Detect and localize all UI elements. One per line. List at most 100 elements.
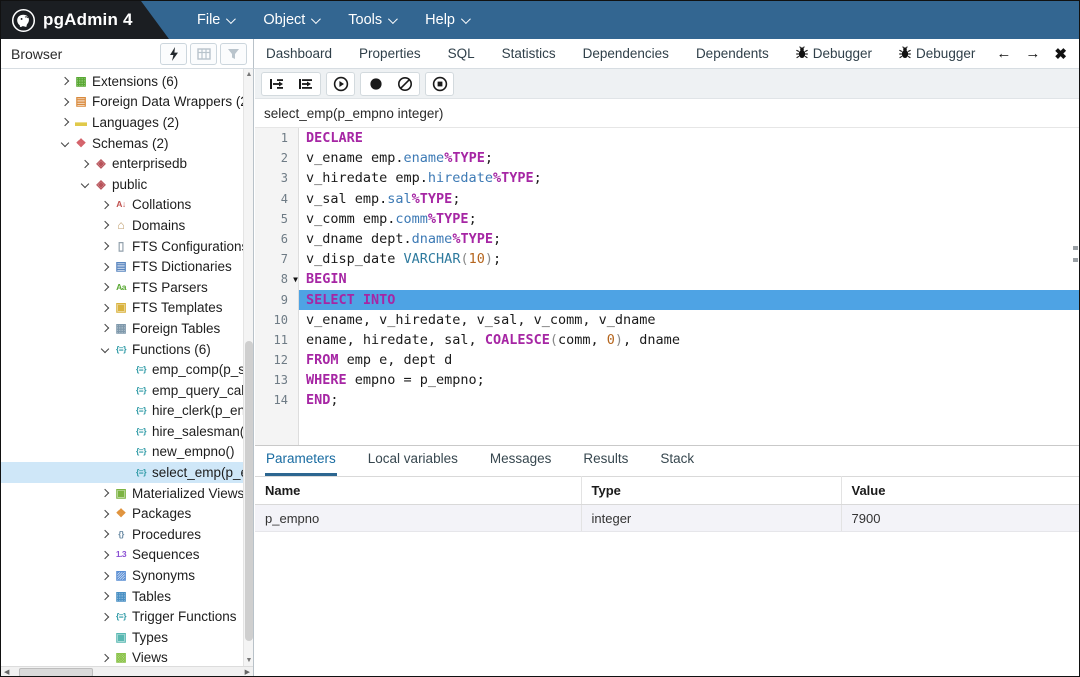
app-logo: pgAdmin 4 — [1, 1, 169, 39]
tree-item-languages-2-[interactable]: ▬ Languages (2) — [1, 112, 243, 133]
chevron-right-icon[interactable] — [100, 612, 110, 621]
scroll-tabs-left-icon[interactable]: ← — [996, 45, 1011, 62]
tree-horizontal-scroll-thumb[interactable] — [19, 668, 93, 676]
function-icon: {≡} — [135, 384, 147, 395]
tree-item-procedures[interactable]: {} Procedures — [1, 524, 243, 545]
chevron-right-icon[interactable] — [80, 159, 90, 168]
tree-item-emp-comp-p-s[interactable]: {≡} emp_comp(p_s — [1, 359, 243, 380]
chevron-right-icon[interactable] — [100, 221, 110, 230]
tab-local-variables[interactable]: Local variables — [367, 445, 459, 476]
code-line-text: ename, hiredate, sal, COALESCE(comm, 0),… — [299, 330, 1079, 350]
close-panel-icon[interactable]: ✖ — [1054, 45, 1067, 63]
chevron-down-icon[interactable] — [60, 138, 70, 148]
chevron-right-icon[interactable] — [100, 282, 110, 292]
code-token: SELECT INTO — [306, 291, 396, 308]
tree-item-fts-templates[interactable]: ▣ FTS Templates — [1, 298, 243, 319]
step-over-button[interactable] — [291, 73, 320, 95]
chevron-right-icon[interactable] — [60, 97, 70, 107]
tab-properties-1[interactable]: Properties — [359, 46, 421, 61]
chevron-right-icon[interactable] — [60, 118, 70, 127]
tab-debugger-6[interactable]: Debugger — [795, 45, 872, 62]
stop-button[interactable] — [425, 71, 454, 96]
chevron-right-icon[interactable] — [100, 324, 110, 333]
toggle-breakpoint-button[interactable] — [361, 73, 390, 95]
scroll-up-icon[interactable]: ▲ — [244, 71, 253, 78]
table-cell: 7900 — [841, 504, 1079, 532]
tree-item-enterprisedb[interactable]: ◈ enterprisedb — [1, 153, 243, 174]
tree-horizontal-scrollbar[interactable]: ◀ ▶ — [1, 666, 253, 676]
menu-help[interactable]: Help — [425, 12, 471, 28]
menu-tools[interactable]: Tools — [348, 12, 399, 28]
tab-statistics-3[interactable]: Statistics — [502, 46, 556, 61]
tree-item-schemas-2-[interactable]: ❖ Schemas (2) — [1, 133, 243, 154]
tree-item-tables[interactable]: ▦ Tables — [1, 586, 243, 607]
chevron-right-icon[interactable] — [100, 509, 110, 519]
chevron-right-icon[interactable] — [100, 241, 110, 251]
tree-vertical-scrollbar[interactable]: ▲ ▼ — [243, 69, 253, 666]
tab-dashboard-0[interactable]: Dashboard — [266, 46, 332, 61]
tree-item-foreign-tables[interactable]: ▦ Foreign Tables — [1, 318, 243, 339]
chevron-right-icon[interactable] — [100, 591, 110, 601]
tab-dependents-5[interactable]: Dependents — [696, 46, 769, 61]
code-editor[interactable]: 1 DECLARE 2 v_ename emp.ename%TYPE; 3 v_hired… — [255, 128, 1079, 445]
tab-debugger-7[interactable]: Debugger — [899, 45, 975, 62]
step-into-button[interactable] — [262, 73, 291, 95]
tab-sql-2[interactable]: SQL — [448, 46, 475, 61]
tree-item-fts-parsers[interactable]: Aa FTS Parsers — [1, 277, 243, 298]
scroll-right-icon[interactable]: ▶ — [245, 667, 250, 676]
scroll-down-icon[interactable]: ▼ — [244, 657, 253, 664]
chevron-right-icon[interactable] — [100, 530, 110, 539]
tab-messages[interactable]: Messages — [489, 445, 553, 476]
chevron-right-icon[interactable] — [100, 303, 110, 313]
filter-button[interactable] — [220, 42, 247, 65]
scroll-tabs-right-icon[interactable]: → — [1025, 45, 1040, 62]
tab-results[interactable]: Results — [582, 445, 629, 476]
tree-item-foreign-data-wrappers-2-[interactable]: ▤ Foreign Data Wrappers (2) — [1, 92, 243, 113]
chevron-right-icon[interactable] — [100, 488, 110, 498]
bug-icon — [899, 45, 911, 62]
tab-parameters[interactable]: Parameters — [265, 445, 337, 476]
tree-item-fts-dictionaries[interactable]: ▤ FTS Dictionaries — [1, 256, 243, 277]
tree-vertical-scroll-thumb[interactable] — [245, 341, 253, 641]
tree-item-domains[interactable]: ⌂ Domains — [1, 215, 243, 236]
object-explorer-button[interactable] — [190, 42, 217, 65]
chevron-down-icon[interactable] — [100, 344, 110, 354]
tree-item-select-emp-p-e[interactable]: {≡} select_emp(p_e — [1, 462, 243, 483]
chevron-down-icon[interactable] — [80, 180, 90, 189]
tree-item-collations[interactable]: A↓ Collations — [1, 195, 243, 216]
chevron-right-icon[interactable] — [100, 550, 110, 560]
chevron-right-icon[interactable] — [100, 571, 110, 580]
tree-item-types[interactable]: ▣ Types — [1, 627, 243, 648]
tree-item-hire-clerk-p-en[interactable]: {≡} hire_clerk(p_en — [1, 401, 243, 422]
tree-item-emp-query-cal[interactable]: {≡} emp_query_cal — [1, 380, 243, 401]
chevron-right-icon[interactable] — [60, 77, 70, 86]
continue-button[interactable] — [326, 71, 355, 96]
menu-file[interactable]: File — [197, 12, 237, 28]
editor-scrollbar-grip[interactable] — [1073, 246, 1078, 262]
tree-item-trigger-functions[interactable]: {≡} Trigger Functions — [1, 606, 243, 627]
tree-item-sequences[interactable]: 1.3 Sequences — [1, 545, 243, 566]
tree-item-extensions-6-[interactable]: ▦ Extensions (6) — [1, 71, 243, 92]
tree-item-functions-6-[interactable]: {≡} Functions (6) — [1, 339, 243, 360]
tree-item-hire-salesman-[interactable]: {≡} hire_salesman( — [1, 421, 243, 442]
quick-search-button[interactable] — [160, 42, 187, 65]
tree-item-fts-configurations[interactable]: ▯ FTS Configurations — [1, 236, 243, 257]
chevron-right-icon[interactable] — [100, 200, 110, 210]
table-row[interactable]: p_empno integer 7900 — [255, 504, 1079, 532]
tab-label: Statistics — [501, 46, 556, 61]
execution-marker-icon: ▼ — [293, 275, 298, 285]
chevron-right-icon[interactable] — [100, 262, 110, 271]
code-token: 10 — [468, 251, 485, 268]
clear-all-breakpoints-button[interactable] — [390, 73, 419, 95]
tree-item-public[interactable]: ◈ public — [1, 174, 243, 195]
scroll-left-icon[interactable]: ◀ — [4, 667, 9, 676]
tab-dependencies-4[interactable]: Dependencies — [583, 46, 669, 61]
tree-item-materialized-views[interactable]: ▣ Materialized Views — [1, 483, 243, 504]
code-token: , dname — [623, 331, 680, 348]
menu-object[interactable]: Object — [263, 12, 322, 28]
tree-item-new-empno-[interactable]: {≡} new_empno() — [1, 442, 243, 463]
chevron-right-icon[interactable] — [100, 653, 110, 663]
tree-item-packages[interactable]: ❖ Packages — [1, 503, 243, 524]
tree-item-synonyms[interactable]: ▨ Synonyms — [1, 565, 243, 586]
tab-stack[interactable]: Stack — [659, 445, 695, 476]
